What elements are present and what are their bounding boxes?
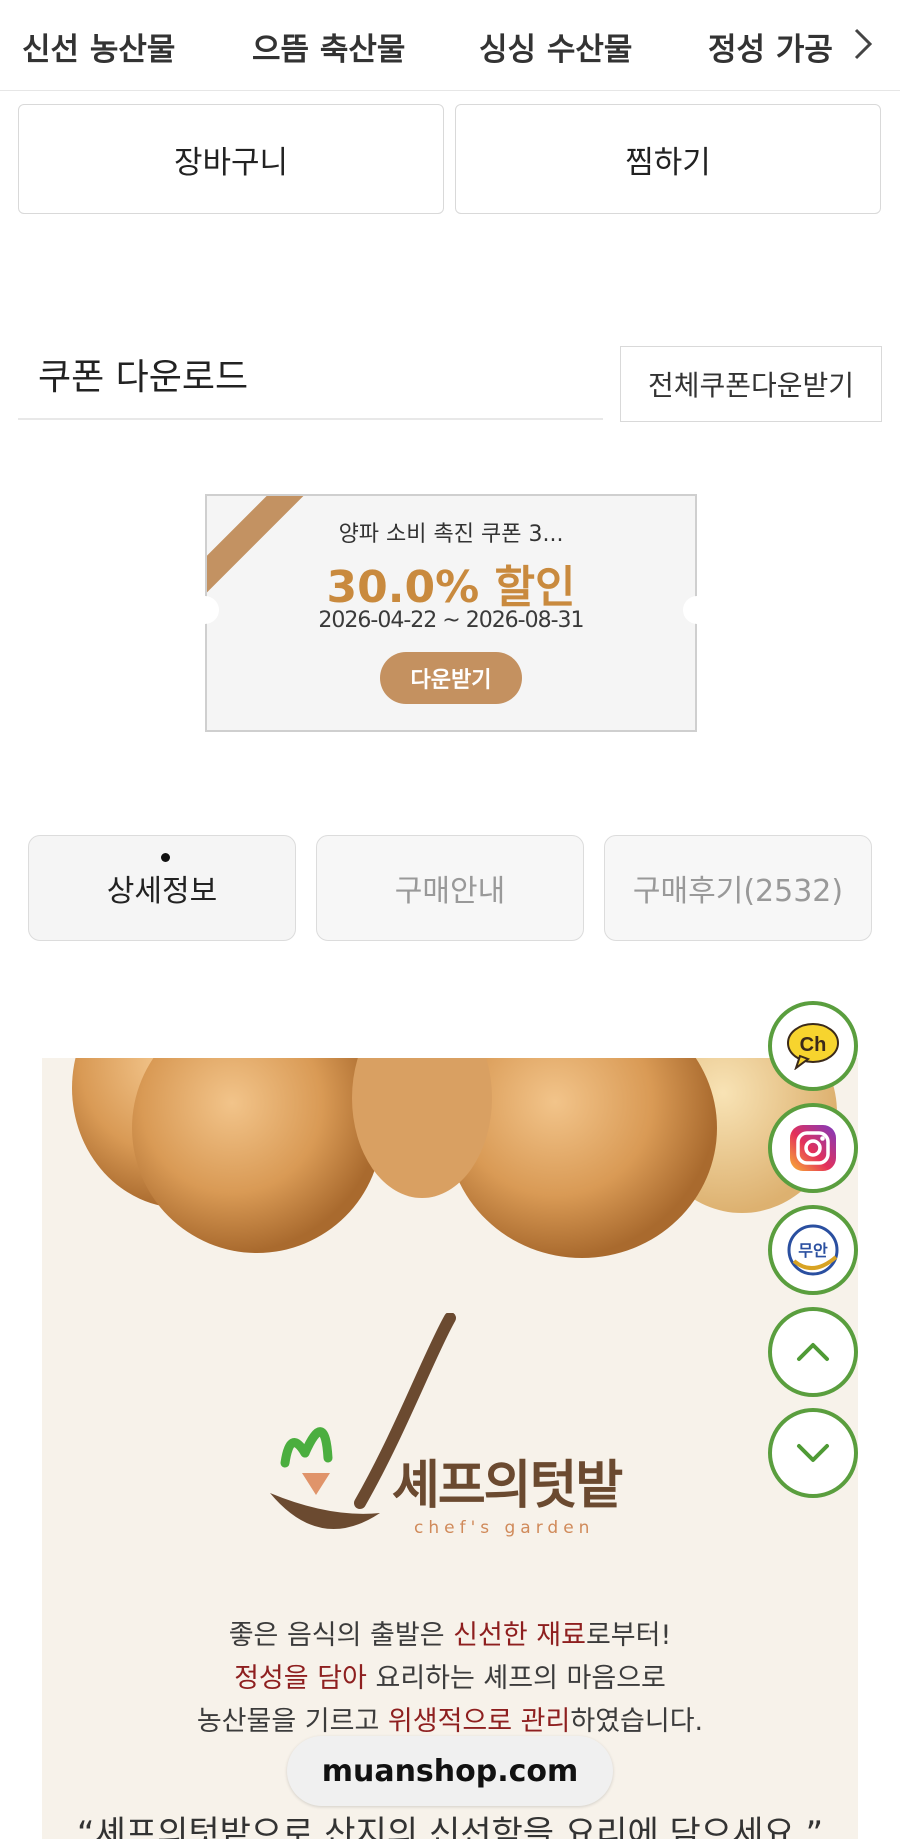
logo-wordmark: 셰프의텃밭 bbox=[392, 1456, 623, 1516]
muan-brand-icon: 무안 bbox=[787, 1224, 839, 1276]
story-line-1-a: 좋은 음식의 출발은 bbox=[228, 1620, 454, 1651]
instagram-button[interactable] bbox=[768, 1103, 858, 1193]
story-line-2-highlight: 정성을 담아 bbox=[234, 1663, 367, 1694]
story-line-1: 좋은 음식의 출발은 신선한 재료로부터! bbox=[42, 1613, 858, 1652]
story-line-3-a: 농산물을 기르고 bbox=[196, 1706, 388, 1737]
tab-detail-info[interactable]: 상세정보 bbox=[28, 835, 296, 941]
scroll-up-icon bbox=[797, 1343, 829, 1361]
kakao-channel-button[interactable]: Ch bbox=[768, 1001, 858, 1091]
svg-text:무안: 무안 bbox=[798, 1242, 828, 1260]
muan-brand-button[interactable]: 무안 bbox=[768, 1205, 858, 1295]
product-quote: “셰프의텃밭으로 산지의 신선함을 요리에 담으세요.” bbox=[76, 1814, 824, 1839]
chevron-right-icon[interactable] bbox=[842, 24, 882, 64]
category-fresh-produce[interactable]: 신선 농산물 bbox=[22, 24, 175, 69]
coupon-section-title: 쿠폰 다운로드 bbox=[38, 357, 249, 398]
coupon-title-divider bbox=[18, 418, 603, 420]
story-line-1-b: 로부터! bbox=[585, 1620, 672, 1651]
category-seafood[interactable]: 싱싱 수산물 bbox=[479, 24, 632, 69]
category-livestock[interactable]: 으뜸 축산물 bbox=[252, 24, 405, 69]
product-detail-image: 셰프의텃밭 chef's garden 좋은 음식의 출발은 신선한 재료로부터… bbox=[42, 1058, 858, 1839]
coupon-download-button[interactable]: 다운받기 bbox=[380, 652, 522, 704]
story-line-3-b: 하였습니다. bbox=[570, 1706, 704, 1737]
kakao-channel-icon: Ch bbox=[787, 1023, 839, 1070]
scroll-down-button[interactable] bbox=[768, 1408, 858, 1498]
svg-text:Ch: Ch bbox=[800, 1034, 827, 1056]
onion-photo bbox=[72, 1058, 837, 1258]
story-line-1-highlight: 신선한 재료 bbox=[453, 1620, 586, 1651]
coupon-name: 양파 소비 촉진 쿠폰 3... bbox=[338, 522, 564, 547]
story-line-2: 정성을 담아 요리하는 셰프의 마음으로 bbox=[42, 1656, 858, 1695]
scroll-up-button[interactable] bbox=[768, 1307, 858, 1397]
download-all-coupons-button[interactable]: 전체쿠폰다운받기 bbox=[620, 346, 882, 422]
active-tab-indicator bbox=[161, 853, 170, 862]
coupon-card: 양파 소비 촉진 쿠폰 3... 30.0% 할인 2026-04-22 ~ 2… bbox=[205, 494, 697, 732]
add-to-cart-button[interactable]: 장바구니 bbox=[18, 104, 444, 214]
story-line-3-highlight: 위생적으로 관리 bbox=[387, 1706, 571, 1737]
logo-subtext: chef's garden bbox=[414, 1518, 595, 1538]
url-bar[interactable]: muanshop.com bbox=[287, 1736, 613, 1806]
coupon-period: 2026-04-22 ~ 2026-08-31 bbox=[318, 608, 584, 633]
story-line-3: 농산물을 기르고 위생적으로 관리하였습니다. bbox=[42, 1699, 858, 1738]
tab-reviews[interactable]: 구매후기(2532) bbox=[604, 835, 872, 941]
category-nav: 신선 농산물 으뜸 축산물 싱싱 수산물 정성 가공 bbox=[0, 0, 900, 91]
coupon-notch-right bbox=[683, 596, 711, 624]
scroll-down-icon bbox=[797, 1444, 829, 1462]
tab-purchase-guide[interactable]: 구매안내 bbox=[316, 835, 584, 941]
story-line-2-b: 요리하는 셰프의 마음으로 bbox=[366, 1663, 666, 1694]
coupon-discount: 30.0% 할인 bbox=[326, 562, 576, 613]
wishlist-button[interactable]: 찜하기 bbox=[455, 104, 881, 214]
instagram-icon bbox=[790, 1125, 836, 1171]
coupon-notch-left bbox=[191, 596, 219, 624]
category-processed[interactable]: 정성 가공 bbox=[708, 24, 833, 69]
